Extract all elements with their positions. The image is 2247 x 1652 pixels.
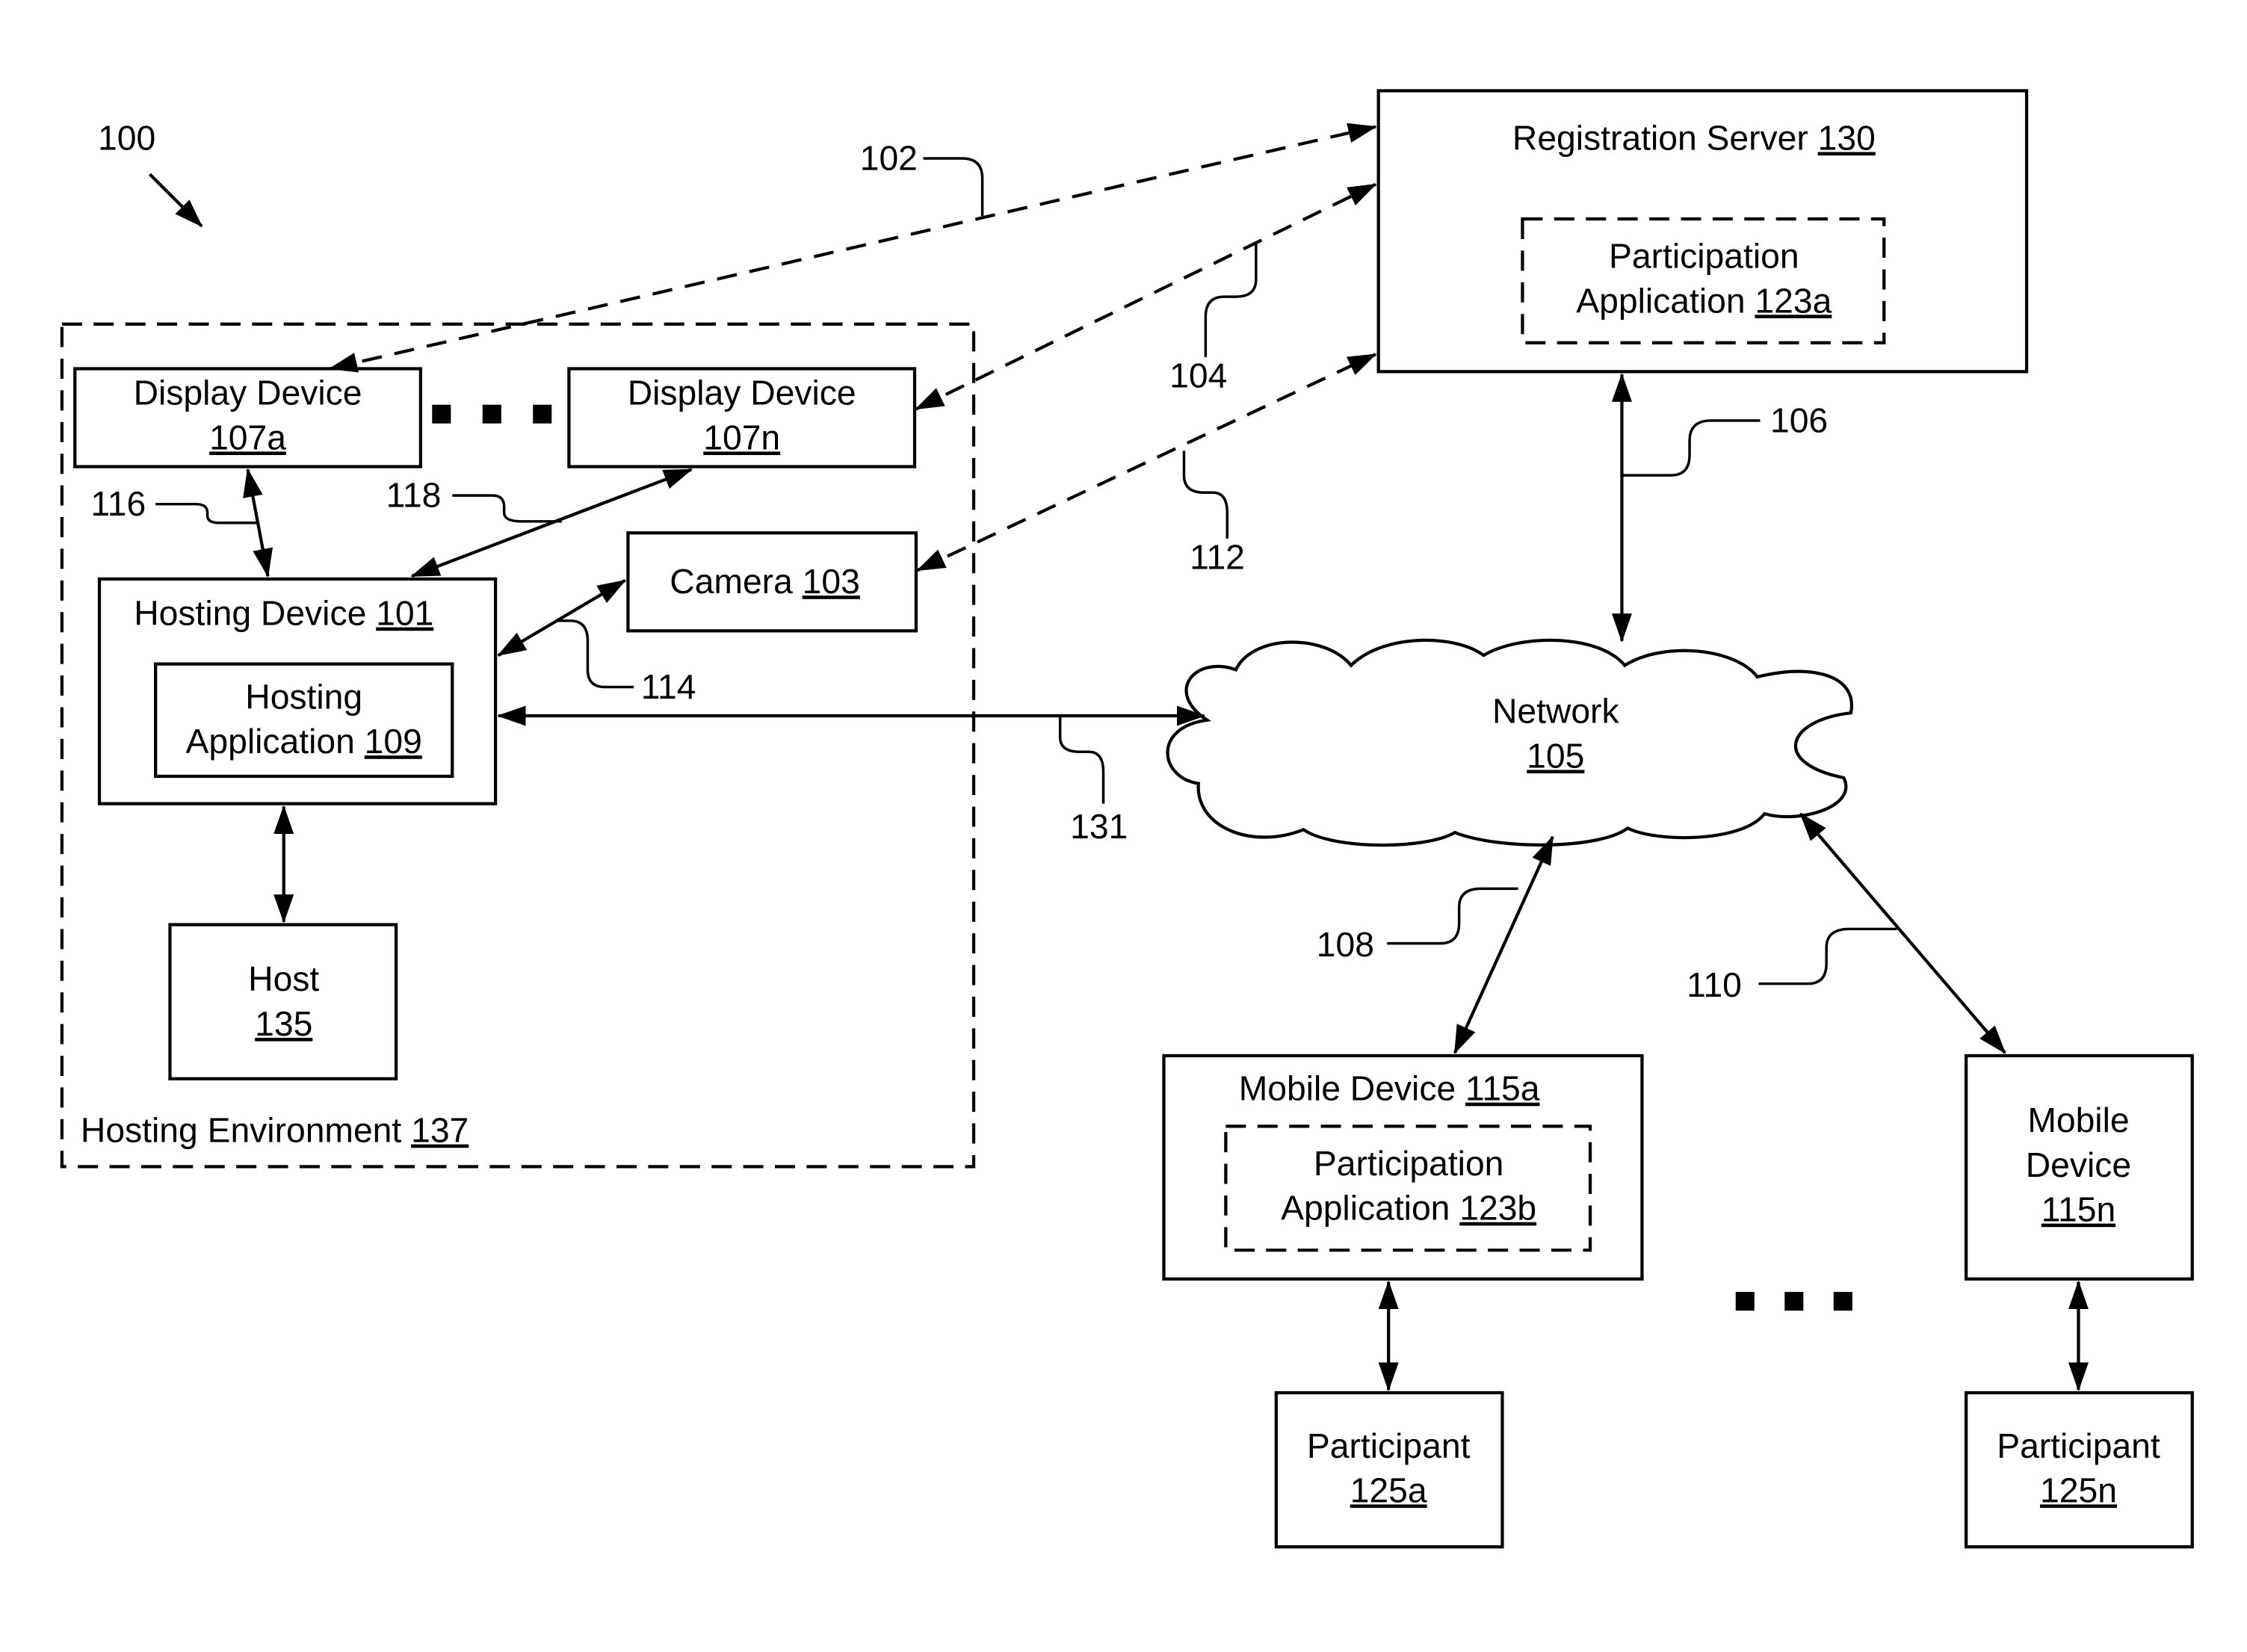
connection-114-label: 114 [641, 667, 696, 706]
participant-a[interactable]: Participant 125a [1274, 1390, 1504, 1549]
participant-a-label: Participant [1307, 1426, 1471, 1465]
figure-ref-label: 100 [98, 118, 155, 157]
hosting-application-line1: Hosting [245, 677, 362, 716]
registration-server[interactable]: Registration Server 130 [1376, 89, 2029, 374]
display-device-n-ref: 107n [703, 418, 780, 457]
network-ref: 105 [1527, 736, 1584, 775]
connection-118-leader [452, 494, 562, 523]
participation-application-b-line2: Application 123b [1281, 1189, 1536, 1228]
connection-108-leader [1387, 887, 1518, 945]
network-label: Network [1492, 692, 1619, 731]
connection-106-leader [1622, 419, 1761, 477]
figure-ref-arrow [148, 173, 203, 228]
mobile-device-n[interactable]: Mobile Device 115n [1965, 1054, 2194, 1281]
connection-114 [497, 579, 627, 657]
connection-114-leader [556, 619, 634, 689]
mobile-devices-ellipsis [1735, 1292, 1852, 1311]
connection-104-label: 104 [1169, 356, 1227, 395]
connection-118-label: 118 [386, 476, 442, 515]
host-label: Host [248, 959, 319, 998]
hosting-application-line2: Application 109 [186, 722, 422, 761]
network-cloud[interactable]: Network 105 [1166, 638, 1854, 847]
connection-102-label: 102 [860, 138, 918, 177]
camera-label: Camera 103 [670, 562, 860, 601]
mobile-device-n-ref: 115n [2042, 1190, 2115, 1229]
connection-110-label: 110 [1687, 965, 1742, 1004]
connection-102 [328, 123, 1377, 373]
camera[interactable]: Camera 103 [626, 531, 918, 633]
connection-131-leader [1058, 716, 1105, 804]
hosting-application[interactable]: Hosting Application 109 [154, 662, 454, 779]
connection-104-leader [1204, 241, 1258, 358]
mobile-device-a-label: Mobile Device 115a [1239, 1069, 1540, 1108]
connection-102-leader [923, 157, 984, 217]
host[interactable]: Host 135 [168, 923, 398, 1080]
display-device-n-label: Display Device [628, 374, 856, 412]
participation-application-a-line1: Participation [1609, 237, 1799, 276]
display-device-a-ref: 107a [209, 418, 286, 457]
connection-116-leader [155, 502, 259, 525]
connection-112 [916, 353, 1377, 572]
display-device-a[interactable]: Display Device 107a [73, 367, 422, 468]
participant-n-label: Participant [1997, 1426, 2160, 1465]
connection-116-label: 116 [90, 484, 146, 523]
hosting-device-label: Hosting Device 101 [134, 594, 433, 633]
connection-108 [1453, 835, 1554, 1054]
display-devices-ellipsis [432, 404, 552, 424]
participation-application-a-line2: Application 123a [1576, 281, 1832, 320]
participant-n[interactable]: Participant 125n [1965, 1390, 2194, 1549]
system-diagram: 100 Hosting Environment 137 Display Devi… [60, 89, 2194, 1549]
mobile-device-n-line2: Device [2026, 1145, 2131, 1184]
connection-112-label: 112 [1190, 537, 1245, 576]
participant-n-ref: 125n [2040, 1471, 2117, 1510]
connection-110-leader [1758, 927, 1897, 986]
connection-112-leader [1182, 451, 1229, 539]
connection-131-label: 131 [1070, 807, 1128, 846]
display-device-a-label: Display Device [134, 374, 362, 412]
mobile-device-n-line1: Mobile [2027, 1101, 2129, 1139]
display-device-n[interactable]: Display Device 107n [567, 367, 917, 468]
participation-application-b-line1: Participation [1314, 1144, 1504, 1183]
registration-server-label: Registration Server 130 [1512, 118, 1876, 157]
participant-a-ref: 125a [1350, 1471, 1427, 1510]
hosting-environment-label: Hosting Environment 137 [81, 1111, 469, 1150]
connection-108-label: 108 [1317, 925, 1374, 964]
host-ref: 135 [255, 1004, 312, 1043]
connection-106-label: 106 [1770, 400, 1828, 439]
